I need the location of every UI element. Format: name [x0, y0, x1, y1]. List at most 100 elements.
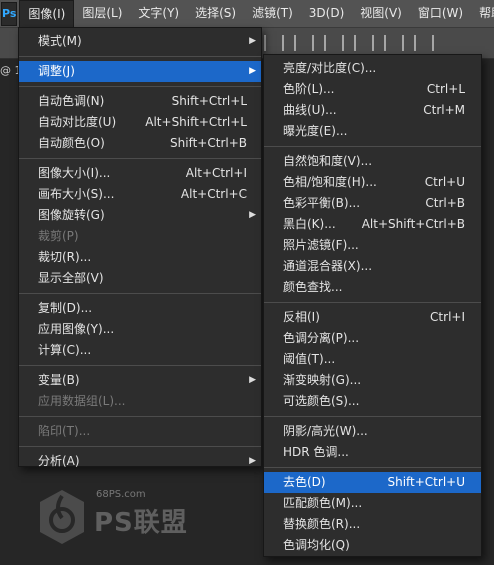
menu-item-label: 自然饱和度(V)...: [283, 154, 373, 168]
menu-item-auto-color[interactable]: 自动颜色(O) Shift+Ctrl+B: [19, 133, 261, 154]
menu-item-shortcut: Alt+Ctrl+C: [180, 187, 247, 201]
align-top-icon[interactable]: [354, 35, 374, 51]
menu-item-crop: 裁剪(P): [19, 226, 261, 247]
submenu-arrow-icon: ▶: [249, 456, 256, 466]
menu-item-label: 曲线(U)...: [283, 103, 337, 117]
menu-item-label: 色调分离(P)...: [283, 331, 360, 345]
menu-layer[interactable]: 图层(L): [74, 0, 130, 27]
submenu-arrow-icon: ▶: [249, 66, 256, 76]
menu-item-label: 颜色查找...: [283, 280, 343, 294]
menu-item-gradient-map[interactable]: 渐变映射(G)...: [264, 370, 481, 391]
menu-item-shortcut: Shift+Ctrl+L: [171, 94, 247, 108]
menu-item-adjustments[interactable]: 调整(J) ▶: [19, 61, 261, 82]
menu-item-mode[interactable]: 模式(M) ▶: [19, 31, 261, 52]
menu-item-shortcut: Ctrl+U: [424, 175, 465, 189]
menu-item-label: 图像大小(I)...: [38, 166, 111, 180]
menu-item-apply-image[interactable]: 应用图像(Y)...: [19, 319, 261, 340]
align-middle-icon[interactable]: [384, 35, 404, 51]
menu-item-desaturate[interactable]: 去色(D) Shift+Ctrl+U: [264, 472, 481, 493]
align-right-icon[interactable]: [324, 35, 344, 51]
menu-item-threshold[interactable]: 阈值(T)...: [264, 349, 481, 370]
menu-bar: Ps 图像(I) 图层(L) 文字(Y) 选择(S) 滤镜(T) 3D(D) 视…: [0, 0, 494, 28]
align-center-icon[interactable]: [294, 35, 314, 51]
menu-view[interactable]: 视图(V): [352, 0, 410, 27]
menu-item-curves[interactable]: 曲线(U)... Ctrl+M: [264, 100, 481, 121]
menu-item-shortcut: Ctrl+L: [426, 82, 465, 96]
menu-item-shadows-highlights[interactable]: 阴影/高光(W)...: [264, 421, 481, 442]
menu-item-auto-tone[interactable]: 自动色调(N) Shift+Ctrl+L: [19, 91, 261, 112]
submenu-arrow-icon: ▶: [249, 375, 256, 385]
menu-type[interactable]: 文字(Y): [130, 0, 187, 27]
menu-item-label: 裁切(R)...: [38, 250, 92, 264]
menu-separator: [19, 56, 261, 57]
menu-item-label: 照片滤镜(F)...: [283, 238, 359, 252]
menu-item-image-size[interactable]: 图像大小(I)... Alt+Ctrl+I: [19, 163, 261, 184]
menu-filter[interactable]: 滤镜(T): [244, 0, 301, 27]
menu-item-label: 裁剪(P): [38, 229, 79, 243]
menu-item-selective-color[interactable]: 可选颜色(S)...: [264, 391, 481, 412]
menu-item-channel-mixer[interactable]: 通道混合器(X)...: [264, 256, 481, 277]
menu-item-invert[interactable]: 反相(I) Ctrl+I: [264, 307, 481, 328]
menu-item-replace-color[interactable]: 替换颜色(R)...: [264, 514, 481, 535]
menu-item-posterize[interactable]: 色调分离(P)...: [264, 328, 481, 349]
menu-item-photo-filter[interactable]: 照片滤镜(F)...: [264, 235, 481, 256]
menu-separator: [264, 146, 481, 147]
menu-separator: [19, 158, 261, 159]
menu-item-levels[interactable]: 色阶(L)... Ctrl+L: [264, 79, 481, 100]
menu-item-label: 曝光度(E)...: [283, 124, 348, 138]
menu-item-label: 自动颜色(O): [38, 136, 105, 150]
ps-union-logo-icon: [40, 490, 84, 544]
menu-item-label: 画布大小(S)...: [38, 187, 115, 201]
menu-item-vibrance[interactable]: 自然饱和度(V)...: [264, 151, 481, 172]
app-logo-icon: Ps: [1, 1, 18, 26]
menu-item-shortcut: Ctrl+B: [425, 196, 465, 210]
menu-item-brightness-contrast[interactable]: 亮度/对比度(C)...: [264, 58, 481, 79]
menu-item-auto-contrast[interactable]: 自动对比度(U) Alt+Shift+Ctrl+L: [19, 112, 261, 133]
menu-help[interactable]: 帮助: [471, 0, 494, 27]
menu-item-label: 渐变映射(G)...: [283, 373, 362, 387]
menu-select[interactable]: 选择(S): [187, 0, 244, 27]
menu-item-label: 去色(D): [283, 475, 326, 489]
menu-item-label: 通道混合器(X)...: [283, 259, 373, 273]
align-left-icon[interactable]: [264, 35, 284, 51]
menu-item-label: 自动对比度(U): [38, 115, 117, 129]
menu-item-canvas-size[interactable]: 画布大小(S)... Alt+Ctrl+C: [19, 184, 261, 205]
image-menu: 模式(M) ▶ 调整(J) ▶ 自动色调(N) Shift+Ctrl+L 自动对比度(…: [18, 27, 262, 468]
menu-item-shortcut: Shift+Ctrl+U: [387, 475, 465, 489]
menu-window[interactable]: 窗口(W): [410, 0, 471, 27]
menu-separator: [264, 467, 481, 468]
menu-separator: [19, 86, 261, 87]
menu-item-color-lookup[interactable]: 颜色查找...: [264, 277, 481, 298]
menu-item-label: 黑白(K)...: [283, 217, 336, 231]
menu-item-trim[interactable]: 裁切(R)...: [19, 247, 261, 268]
menu-item-label: 应用数据组(L)...: [38, 394, 126, 408]
menu-item-label: 替换颜色(R)...: [283, 517, 361, 531]
menu-item-label: 应用图像(Y)...: [38, 322, 115, 336]
align-icons-group: [264, 35, 434, 51]
menu-item-label: 阴影/高光(W)...: [283, 424, 368, 438]
menu-item-duplicate[interactable]: 复制(D)...: [19, 298, 261, 319]
menu-item-label: 复制(D)...: [38, 301, 93, 315]
menu-item-variables[interactable]: 变量(B) ▶: [19, 370, 261, 391]
menu-item-calculations[interactable]: 计算(C)...: [19, 340, 261, 361]
menu-item-exposure[interactable]: 曝光度(E)...: [264, 121, 481, 142]
menu-item-hue-saturation[interactable]: 色相/饱和度(H)... Ctrl+U: [264, 172, 481, 193]
menu-separator: [264, 416, 481, 417]
menu-item-hdr-toning[interactable]: HDR 色调...: [264, 442, 481, 463]
menu-image[interactable]: 图像(I): [19, 0, 75, 27]
menu-item-black-white[interactable]: 黑白(K)... Alt+Shift+Ctrl+B: [264, 214, 481, 235]
watermark-text: PS联盟: [94, 508, 188, 538]
menu-item-label: 分析(A): [38, 454, 80, 468]
menu-item-image-rotation[interactable]: 图像旋转(G) ▶: [19, 205, 261, 226]
menu-item-reveal-all[interactable]: 显示全部(V): [19, 268, 261, 289]
menu-item-analysis[interactable]: 分析(A) ▶: [19, 451, 261, 472]
menu-item-color-balance[interactable]: 色彩平衡(B)... Ctrl+B: [264, 193, 481, 214]
menu-item-match-color[interactable]: 匹配颜色(M)...: [264, 493, 481, 514]
menu-item-label: 计算(C)...: [38, 343, 92, 357]
menu-3d[interactable]: 3D(D): [301, 0, 352, 27]
menu-item-label: 色彩平衡(B)...: [283, 196, 361, 210]
menu-item-shortcut: Ctrl+M: [423, 103, 465, 117]
watermark-url: 68PS.com: [96, 489, 146, 500]
align-bottom-icon[interactable]: [414, 35, 434, 51]
menu-item-equalize[interactable]: 色调均化(Q): [264, 535, 481, 556]
